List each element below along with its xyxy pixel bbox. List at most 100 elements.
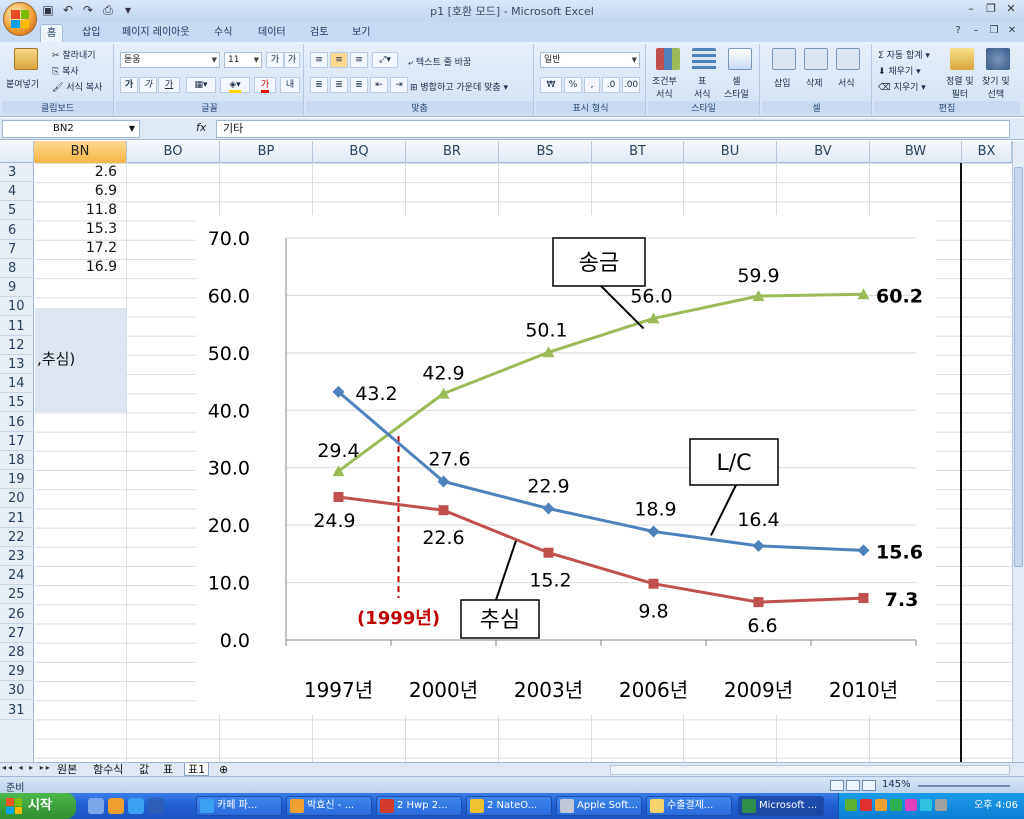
row-header[interactable]: 12 (0, 336, 34, 355)
font-size-select[interactable]: 11 ▼ (224, 52, 262, 68)
wb-close-icon[interactable]: ✕ (1006, 25, 1018, 36)
close-button[interactable]: ✕ (1004, 2, 1018, 16)
task-apple[interactable]: Apple Soft... (556, 796, 642, 816)
col-header-bu[interactable]: BU (684, 141, 777, 163)
cell-bn4[interactable]: 6.9 (35, 182, 125, 201)
number-format-select[interactable]: 일반 ▼ (540, 52, 640, 68)
fill-button[interactable]: ⬇ 채우기 ▾ (878, 64, 921, 77)
insert-function-button[interactable]: fx (196, 121, 206, 134)
task-hwp[interactable]: 2 Hwp 2... (376, 796, 462, 816)
align-top-button[interactable]: ≡ (310, 52, 328, 68)
tray-icon[interactable] (920, 799, 932, 811)
tray-icon[interactable] (845, 799, 857, 811)
row-header[interactable]: 31 (0, 701, 34, 720)
border-button[interactable]: ▦▾ (186, 77, 216, 93)
tab-formulas[interactable]: 수식 (208, 24, 238, 42)
merge-center-button[interactable]: ⊞ 병합하고 가운데 맞춤 ▾ (410, 80, 508, 93)
row-header[interactable]: 26 (0, 605, 34, 624)
minimize-button[interactable]: – (964, 2, 978, 16)
sheet-tab-table[interactable]: 표 (160, 763, 176, 776)
row-header[interactable]: 15 (0, 393, 34, 413)
row-header[interactable]: 23 (0, 547, 34, 566)
row-header[interactable]: 16 (0, 413, 34, 432)
shrink-font-button[interactable]: 가 (284, 52, 300, 68)
cell-bn7[interactable]: 17.2 (35, 239, 125, 258)
cell-style-button[interactable]: 셀 스타일 (724, 74, 749, 100)
format-cells-button[interactable]: 서식 (838, 76, 855, 89)
delete-cells-button[interactable]: 삭제 (806, 76, 823, 89)
row-header[interactable]: 8 (0, 259, 34, 278)
tab-data[interactable]: 데이터 (252, 24, 292, 42)
tray-icon[interactable] (860, 799, 872, 811)
paste-icon[interactable] (14, 48, 38, 70)
percent-button[interactable]: % (564, 77, 582, 93)
zoom-level[interactable]: 145% (882, 779, 911, 790)
italic-button[interactable]: 가 (139, 77, 157, 93)
col-header-bp[interactable]: BP (220, 141, 313, 163)
decrease-decimal-button[interactable]: .00 (622, 77, 640, 93)
row-header[interactable]: 19 (0, 470, 34, 490)
bold-button[interactable]: 가 (120, 77, 138, 93)
task-folder[interactable]: 수출결제... (646, 796, 732, 816)
help-icon[interactable]: ? (952, 25, 964, 36)
find-select-button[interactable]: 찾기 및 선택 (982, 74, 1010, 100)
grow-font-button[interactable]: 가 (266, 52, 284, 68)
sheet-nav-arrows[interactable]: ◂◂ ◂ ▸ ▸▸ (2, 763, 52, 772)
table-format-button[interactable]: 표 서식 (694, 74, 711, 100)
volume-icon[interactable] (935, 799, 947, 811)
page-break-view-icon[interactable] (862, 780, 876, 791)
align-right-button[interactable]: ≣ (350, 77, 368, 93)
font-name-select[interactable]: 돋움 ▼ (120, 52, 220, 68)
row-header[interactable]: 24 (0, 566, 34, 586)
underline-button[interactable]: 가 (158, 77, 180, 93)
row-header[interactable]: 28 (0, 643, 34, 662)
page-layout-view-icon[interactable] (846, 780, 860, 791)
tray-icon[interactable] (905, 799, 917, 811)
col-header-bt[interactable]: BT (592, 141, 684, 163)
row-header[interactable]: 27 (0, 624, 34, 643)
cell-bn6[interactable]: 15.3 (35, 220, 125, 239)
paste-button[interactable]: 붙여넣기 (6, 77, 39, 90)
tab-view[interactable]: 보기 (346, 24, 376, 42)
name-box-dropdown-icon[interactable]: ▼ (129, 121, 135, 137)
increase-decimal-button[interactable]: .0 (602, 77, 620, 93)
tab-review[interactable]: 검토 (304, 24, 334, 42)
task-nateon[interactable]: 2 NateO... (466, 796, 552, 816)
task-excel[interactable]: Microsoft ... (738, 796, 824, 816)
align-bottom-button[interactable]: ≡ (350, 52, 368, 68)
task-cafe[interactable]: 카페 파... (196, 796, 282, 816)
row-header[interactable]: 4 (0, 182, 34, 202)
ie-icon[interactable] (128, 798, 144, 814)
new-sheet-icon[interactable]: ⊕ (216, 763, 231, 776)
row-header[interactable]: 9 (0, 278, 34, 298)
col-header-bs[interactable]: BS (499, 141, 592, 163)
row-header[interactable]: 17 (0, 432, 34, 451)
cell-bn8[interactable]: 16.9 (35, 258, 125, 277)
col-header-bv[interactable]: BV (777, 141, 870, 163)
office-button[interactable] (3, 2, 37, 36)
col-header-bo[interactable]: BO (127, 141, 220, 163)
row-header[interactable]: 29 (0, 662, 34, 682)
phonetic-button[interactable]: 내 (280, 77, 300, 93)
row-header[interactable]: 11 (0, 317, 34, 336)
align-center-button[interactable]: ≣ (330, 77, 348, 93)
row-header[interactable]: 25 (0, 585, 34, 605)
select-all-corner[interactable] (0, 141, 34, 163)
tab-home[interactable]: 홈 (40, 24, 64, 42)
comma-button[interactable]: , (584, 77, 600, 93)
tray-icon[interactable] (875, 799, 887, 811)
decrease-indent-button[interactable]: ⇤ (370, 77, 388, 93)
vertical-scroll-thumb[interactable] (1014, 167, 1023, 567)
line-chart[interactable]: 0.0 10.0 20.0 30.0 40.0 50.0 60.0 70.0 1997년 2000… (196, 215, 936, 715)
conditional-format-button[interactable]: 조건부 서식 (652, 74, 677, 100)
copy-button[interactable]: ⎘ 복사 (52, 64, 79, 77)
align-middle-button[interactable]: ≡ (330, 52, 348, 68)
sheet-tab-table1[interactable]: 표1 (184, 763, 210, 776)
insert-cells-button[interactable]: 삽입 (774, 76, 791, 89)
cell-bn3[interactable]: 2.6 (35, 163, 125, 182)
col-header-br[interactable]: BR (406, 141, 499, 163)
horizontal-scrollbar[interactable] (610, 765, 1010, 775)
tab-page-layout[interactable]: 페이지 레이아웃 (116, 24, 196, 42)
wrap-text-button[interactable]: ⤶ 텍스트 줄 바꿈 (408, 55, 471, 68)
col-header-bn[interactable]: BN (34, 141, 127, 163)
